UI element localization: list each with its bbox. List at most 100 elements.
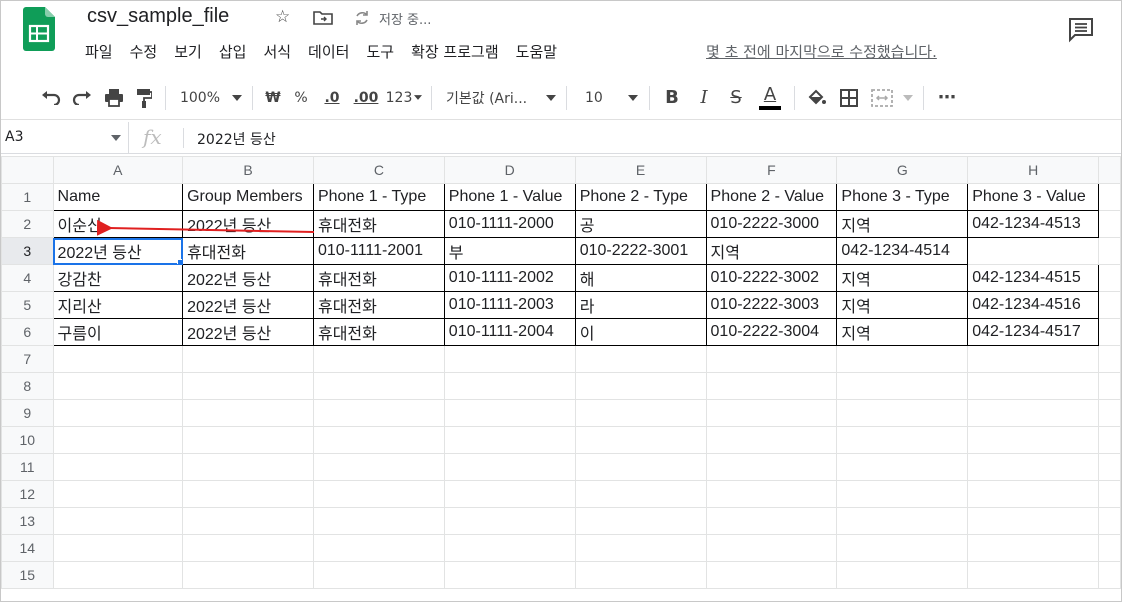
cell-e9[interactable] bbox=[574, 399, 707, 427]
cell-b14[interactable] bbox=[182, 534, 314, 562]
cell-c15[interactable] bbox=[312, 561, 445, 589]
cell-h11[interactable] bbox=[967, 453, 1100, 481]
cell-h4[interactable]: 042-1234-4515 bbox=[967, 264, 1100, 292]
text-color-button[interactable]: A bbox=[752, 83, 788, 113]
row-header[interactable]: 3 bbox=[1, 237, 54, 265]
column-header-b[interactable]: B bbox=[182, 156, 314, 184]
cell-h3[interactable] bbox=[967, 237, 1100, 265]
cell-c14[interactable] bbox=[312, 534, 445, 562]
cell-b5[interactable]: 2022년 등산 bbox=[182, 291, 314, 319]
cell-g6[interactable]: 지역 bbox=[836, 318, 969, 346]
cell-c1[interactable]: Phone 1 - Type bbox=[312, 183, 445, 211]
cell-e12[interactable] bbox=[574, 480, 707, 508]
select-all-corner[interactable] bbox=[1, 156, 54, 184]
cell-a13[interactable] bbox=[52, 507, 184, 535]
strikethrough-button[interactable]: S bbox=[720, 83, 752, 113]
cell-e3[interactable]: 010-2222-3001 bbox=[574, 237, 707, 265]
cell-f10[interactable] bbox=[705, 426, 838, 454]
cell-g4[interactable]: 지역 bbox=[836, 264, 969, 292]
cell-a2[interactable]: 이순신 bbox=[52, 210, 184, 238]
cell-h7[interactable] bbox=[967, 345, 1100, 373]
increase-decimal-button[interactable]: .00 bbox=[349, 83, 383, 113]
row-header[interactable]: 1 bbox=[1, 183, 54, 211]
cell-d2[interactable]: 010-1111-2000 bbox=[443, 210, 576, 238]
star-icon[interactable]: ☆ bbox=[275, 7, 290, 27]
cell-g8[interactable] bbox=[836, 372, 969, 400]
paint-format-icon[interactable] bbox=[129, 83, 159, 113]
cell-g10[interactable] bbox=[836, 426, 969, 454]
chevron-down-icon[interactable] bbox=[899, 83, 917, 113]
cell-d5[interactable]: 010-1111-2003 bbox=[443, 291, 576, 319]
cell-e11[interactable] bbox=[574, 453, 707, 481]
row-header[interactable]: 2 bbox=[1, 210, 54, 238]
cell-d15[interactable] bbox=[443, 561, 576, 589]
cell-b13[interactable] bbox=[182, 507, 314, 535]
italic-button[interactable]: I bbox=[688, 83, 720, 113]
cell-f13[interactable] bbox=[705, 507, 838, 535]
row-header[interactable]: 10 bbox=[1, 426, 54, 454]
cell-d6[interactable]: 010-1111-2004 bbox=[443, 318, 576, 346]
comment-history-icon[interactable] bbox=[1067, 17, 1095, 43]
column-header-g[interactable]: G bbox=[836, 156, 969, 184]
cell-b9[interactable] bbox=[182, 399, 314, 427]
cell-f14[interactable] bbox=[705, 534, 838, 562]
undo-icon[interactable] bbox=[37, 83, 65, 113]
cell-h1[interactable]: Phone 3 - Value bbox=[967, 183, 1100, 211]
cell-c7[interactable] bbox=[312, 345, 445, 373]
cell-b11[interactable] bbox=[182, 453, 314, 481]
row-header[interactable]: 7 bbox=[1, 345, 54, 373]
cell-d7[interactable] bbox=[443, 345, 576, 373]
cell-f2[interactable]: 010-2222-3000 bbox=[705, 210, 838, 238]
print-icon[interactable] bbox=[99, 83, 129, 113]
chevron-down-icon[interactable] bbox=[111, 135, 121, 141]
cell-a7[interactable] bbox=[52, 345, 184, 373]
cell-c4[interactable]: 휴대전화 bbox=[312, 264, 445, 292]
cell-a3[interactable]: 2022년 등산 bbox=[52, 237, 184, 265]
cell-e8[interactable] bbox=[574, 372, 707, 400]
row-header[interactable]: 13 bbox=[1, 507, 54, 535]
more-formats-button[interactable]: 123 bbox=[383, 83, 425, 113]
bold-button[interactable]: B bbox=[656, 83, 688, 113]
cell-b2[interactable]: 2022년 등산 bbox=[182, 210, 314, 238]
cell-d3[interactable]: 부 bbox=[443, 237, 576, 265]
formula-input[interactable]: 2022년 등산 bbox=[197, 129, 276, 149]
decrease-decimal-button[interactable]: .0 bbox=[315, 83, 349, 113]
name-box[interactable]: A3 bbox=[1, 122, 129, 154]
cell-a1[interactable]: Name bbox=[52, 183, 184, 211]
cell-d12[interactable] bbox=[443, 480, 576, 508]
cell-f6[interactable]: 010-2222-3004 bbox=[705, 318, 838, 346]
chevron-down-icon[interactable] bbox=[542, 83, 560, 113]
move-folder-icon[interactable] bbox=[313, 9, 333, 25]
row-header[interactable]: 11 bbox=[1, 453, 54, 481]
menu-help[interactable]: 도움말 bbox=[516, 41, 557, 62]
cell-g5[interactable]: 지역 bbox=[836, 291, 969, 319]
cell-h5[interactable]: 042-1234-4516 bbox=[967, 291, 1100, 319]
cell-a15[interactable] bbox=[52, 561, 184, 589]
cell-h15[interactable] bbox=[967, 561, 1100, 589]
row-header[interactable]: 15 bbox=[1, 561, 54, 589]
menu-file[interactable]: 파일 bbox=[85, 41, 113, 62]
cell-a6[interactable]: 구름이 bbox=[52, 318, 184, 346]
cell-b1[interactable]: Group Members bbox=[182, 183, 314, 211]
cell-d8[interactable] bbox=[443, 372, 576, 400]
menu-insert[interactable]: 삽입 bbox=[219, 41, 247, 62]
cell-a12[interactable] bbox=[52, 480, 184, 508]
column-header-d[interactable]: D bbox=[443, 156, 576, 184]
cell-d4[interactable]: 010-1111-2002 bbox=[443, 264, 576, 292]
font-family-select[interactable]: 기본값 (Ari... bbox=[438, 83, 542, 113]
cell-d9[interactable] bbox=[443, 399, 576, 427]
column-header-c[interactable]: C bbox=[312, 156, 445, 184]
cell-h6[interactable]: 042-1234-4517 bbox=[967, 318, 1100, 346]
row-header[interactable]: 4 bbox=[1, 264, 54, 292]
more-options-icon[interactable]: ⋯ bbox=[930, 83, 964, 113]
cell-a4[interactable]: 강감찬 bbox=[52, 264, 184, 292]
row-header[interactable]: 14 bbox=[1, 534, 54, 562]
menu-view[interactable]: 보기 bbox=[174, 41, 202, 62]
cell-h9[interactable] bbox=[967, 399, 1100, 427]
cell-e13[interactable] bbox=[574, 507, 707, 535]
row-header[interactable]: 8 bbox=[1, 372, 54, 400]
cell-f11[interactable] bbox=[705, 453, 838, 481]
cell-e10[interactable] bbox=[574, 426, 707, 454]
cell-g12[interactable] bbox=[836, 480, 969, 508]
cell-c9[interactable] bbox=[312, 399, 445, 427]
